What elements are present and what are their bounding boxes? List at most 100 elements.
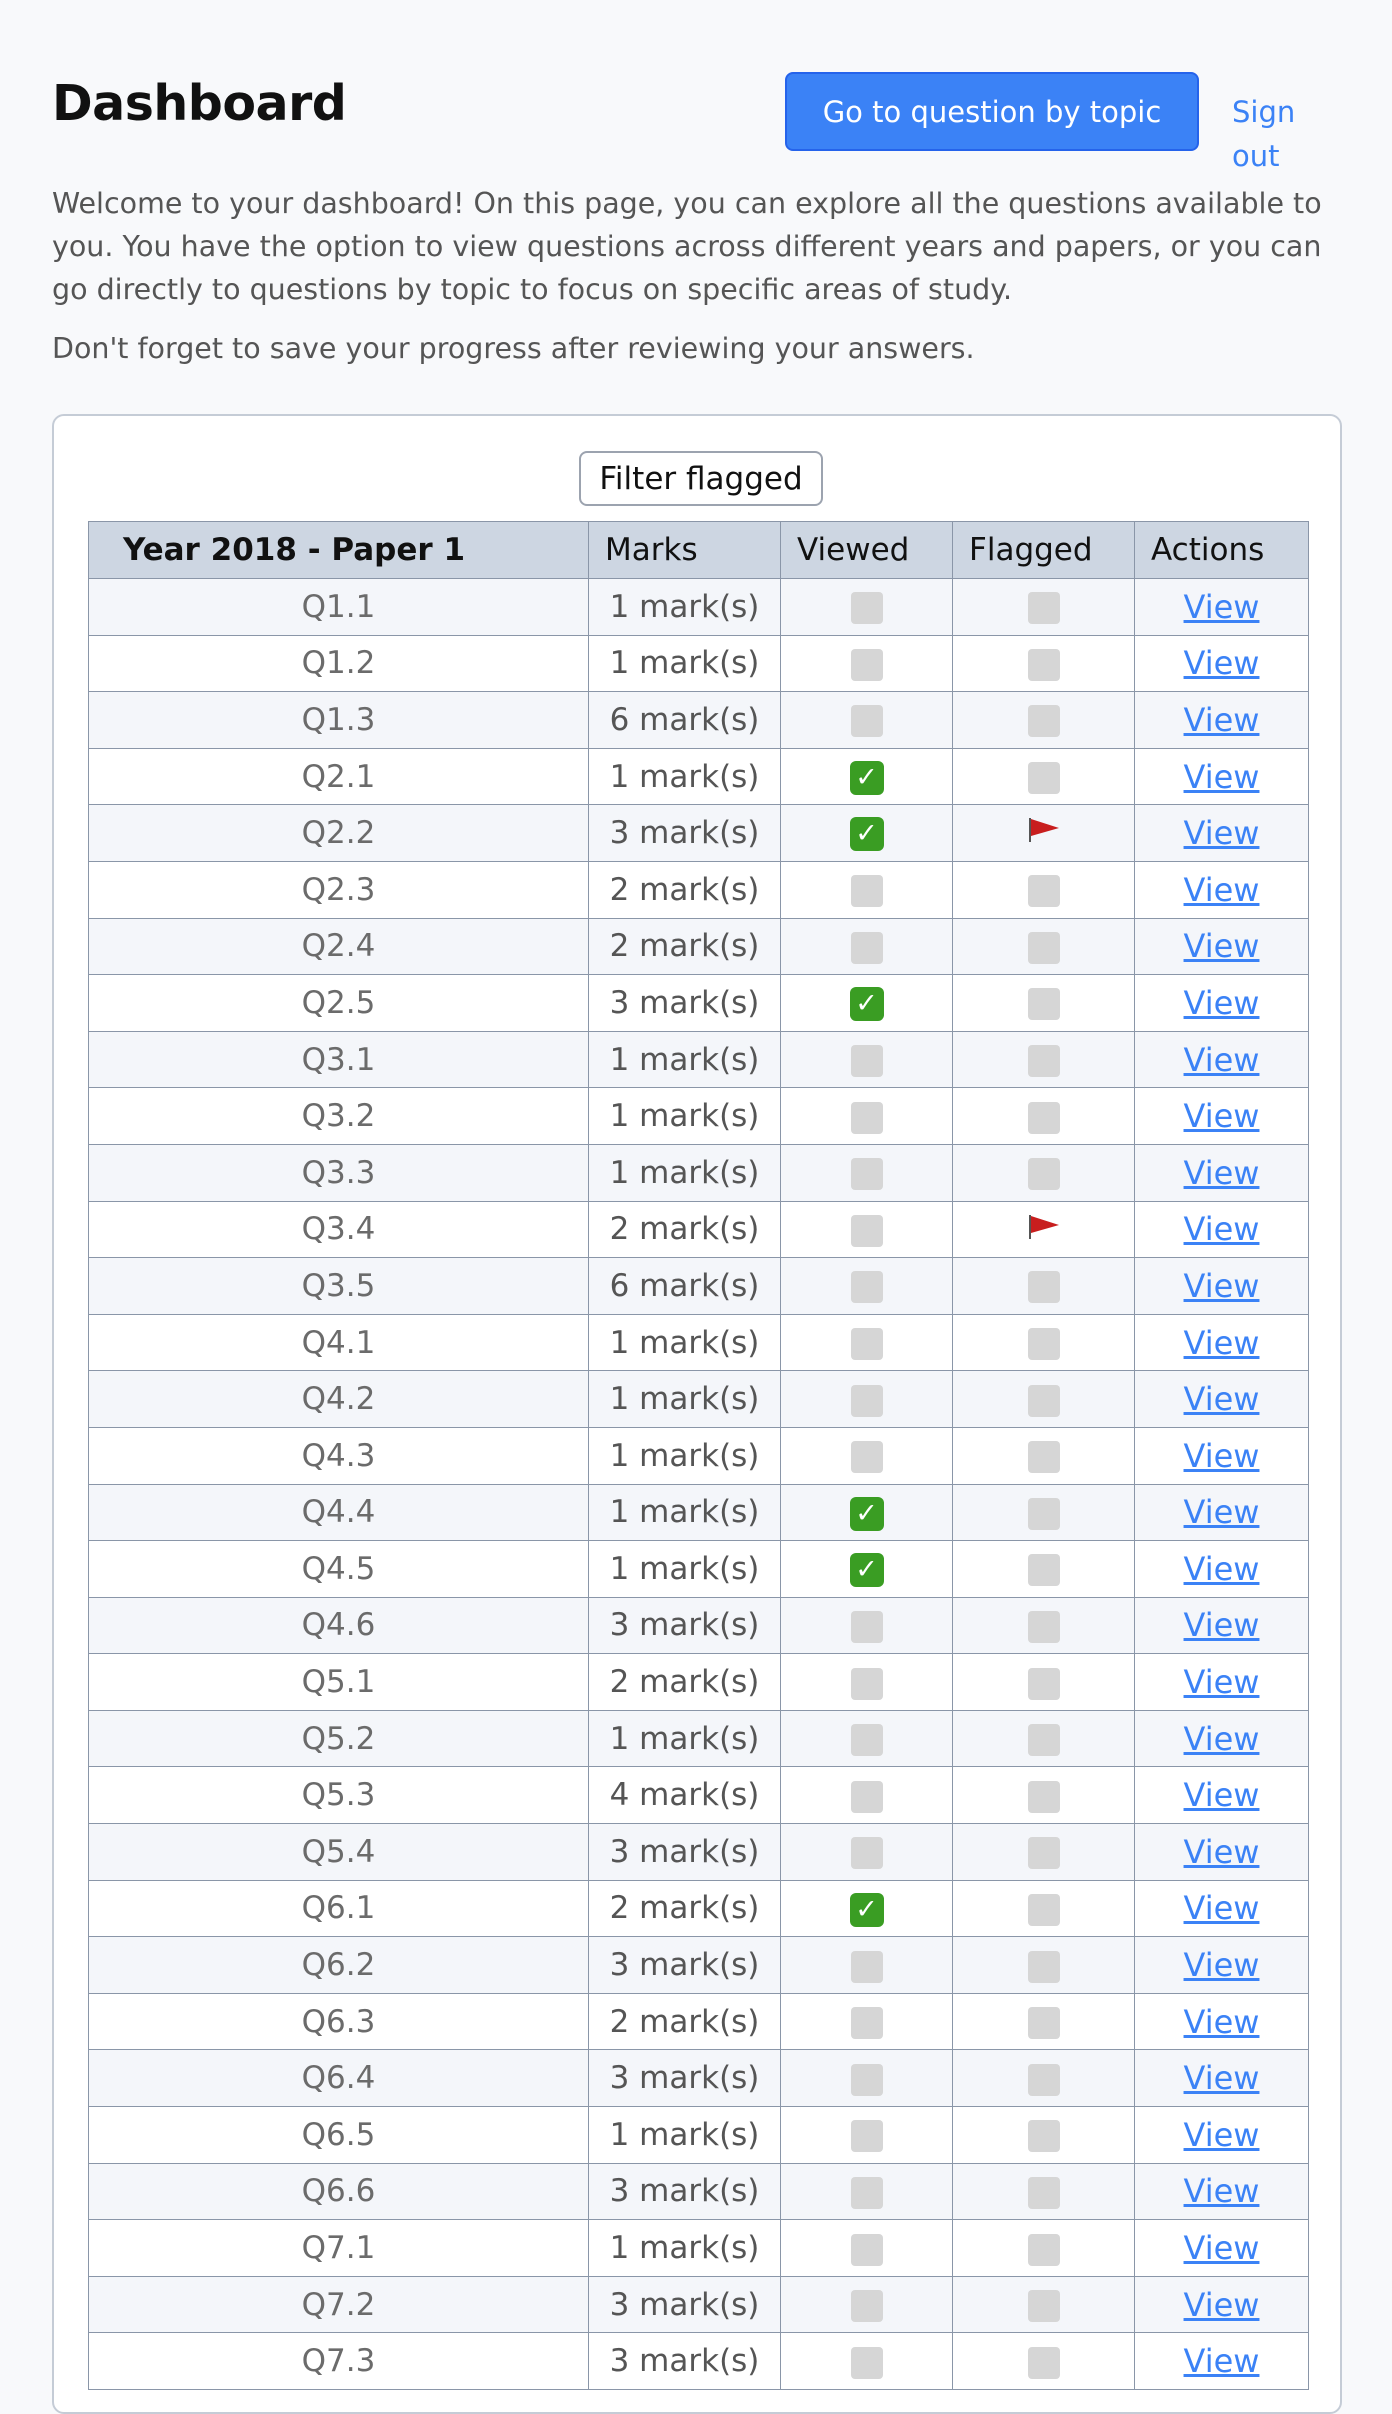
flag-checkbox[interactable]: [1027, 592, 1060, 625]
flag-checkbox[interactable]: [1027, 2120, 1060, 2153]
viewed-check-icon[interactable]: ✓: [849, 817, 884, 852]
view-link[interactable]: View: [1184, 2286, 1260, 2324]
view-link[interactable]: View: [1184, 1946, 1260, 1984]
flag-checkbox[interactable]: [1027, 1837, 1060, 1870]
viewed-checkbox[interactable]: [850, 1667, 883, 1700]
viewed-checkbox[interactable]: [850, 2007, 883, 2040]
flag-icon[interactable]: [1027, 814, 1061, 852]
flag-checkbox[interactable]: [1027, 2176, 1060, 2209]
flag-checkbox[interactable]: [1027, 2063, 1060, 2096]
flag-checkbox[interactable]: [1027, 1045, 1060, 1078]
flag-checkbox[interactable]: [1027, 1667, 1060, 1700]
flag-checkbox[interactable]: [1027, 1554, 1060, 1587]
flag-checkbox[interactable]: [1027, 1610, 1060, 1643]
view-link[interactable]: View: [1184, 588, 1260, 626]
view-link[interactable]: View: [1184, 2059, 1260, 2097]
view-link[interactable]: View: [1184, 701, 1260, 739]
viewed-check-icon[interactable]: ✓: [849, 987, 884, 1022]
view-link[interactable]: View: [1184, 1437, 1260, 1475]
view-link[interactable]: View: [1184, 1324, 1260, 1362]
view-link[interactable]: View: [1184, 758, 1260, 796]
flag-checkbox[interactable]: [1027, 2290, 1060, 2323]
view-link[interactable]: View: [1184, 1606, 1260, 1644]
flag-checkbox[interactable]: [1027, 1158, 1060, 1191]
flag-checkbox[interactable]: [1027, 988, 1060, 1021]
flag-checkbox[interactable]: [1027, 705, 1060, 738]
viewed-checkbox[interactable]: [850, 2290, 883, 2323]
viewed-checkbox[interactable]: [850, 1610, 883, 1643]
flag-checkbox[interactable]: [1027, 1724, 1060, 1757]
view-link[interactable]: View: [1184, 871, 1260, 909]
view-link[interactable]: View: [1184, 2172, 1260, 2210]
viewed-checkbox[interactable]: [850, 1158, 883, 1191]
flag-checkbox[interactable]: [1027, 1328, 1060, 1361]
viewed-checkbox[interactable]: [850, 1384, 883, 1417]
viewed-checkbox[interactable]: [850, 1101, 883, 1134]
view-link[interactable]: View: [1184, 1720, 1260, 1758]
view-link[interactable]: View: [1184, 2229, 1260, 2267]
flag-checkbox[interactable]: [1027, 1101, 1060, 1134]
view-link[interactable]: View: [1184, 1097, 1260, 1135]
view-link[interactable]: View: [1184, 1041, 1260, 1079]
viewed-checkbox[interactable]: [850, 2346, 883, 2379]
viewed-checkbox[interactable]: [850, 1441, 883, 1474]
view-link[interactable]: View: [1184, 1154, 1260, 1192]
view-link[interactable]: View: [1184, 2003, 1260, 2041]
flag-checkbox[interactable]: [1027, 1950, 1060, 1983]
sign-out-link[interactable]: Sign out: [1232, 90, 1342, 178]
filter-flagged-button[interactable]: Filter flagged: [579, 451, 823, 506]
view-link[interactable]: View: [1184, 927, 1260, 965]
viewed-checkbox[interactable]: [850, 2176, 883, 2209]
view-link[interactable]: View: [1184, 1550, 1260, 1588]
view-link[interactable]: View: [1184, 984, 1260, 1022]
viewed-checkbox[interactable]: [850, 648, 883, 681]
flag-checkbox[interactable]: [1027, 2007, 1060, 2040]
flag-checkbox[interactable]: [1027, 1441, 1060, 1474]
viewed-checkbox[interactable]: [850, 1950, 883, 1983]
viewed-checkbox[interactable]: [850, 1271, 883, 1304]
flag-checkbox[interactable]: [1027, 1893, 1060, 1926]
flag-checkbox[interactable]: [1027, 1780, 1060, 1813]
viewed-checkbox[interactable]: [850, 875, 883, 908]
flag-icon[interactable]: [1027, 1211, 1061, 1249]
viewed-checkbox[interactable]: [850, 1780, 883, 1813]
viewed-checkbox[interactable]: [850, 2063, 883, 2096]
flag-checkbox[interactable]: [1027, 1384, 1060, 1417]
viewed-checkbox[interactable]: [850, 2120, 883, 2153]
viewed-checkbox[interactable]: [850, 592, 883, 625]
flag-checkbox[interactable]: [1027, 1271, 1060, 1304]
view-link[interactable]: View: [1184, 1889, 1260, 1927]
viewed-check-icon[interactable]: ✓: [849, 1553, 884, 1588]
viewed-checkbox[interactable]: [850, 1328, 883, 1361]
flag-checkbox[interactable]: [1027, 2346, 1060, 2379]
viewed-check-icon[interactable]: ✓: [849, 1892, 884, 1927]
viewed-checkbox[interactable]: [850, 931, 883, 964]
viewed-checkbox[interactable]: [850, 1837, 883, 1870]
viewed-checkbox[interactable]: [850, 705, 883, 738]
question-marks: 1 mark(s): [588, 1483, 781, 1542]
flag-checkbox[interactable]: [1027, 762, 1060, 795]
view-link[interactable]: View: [1184, 1663, 1260, 1701]
viewed-check-icon[interactable]: ✓: [849, 1496, 884, 1531]
view-link[interactable]: View: [1184, 1776, 1260, 1814]
viewed-check-icon[interactable]: ✓: [849, 760, 884, 795]
flag-checkbox[interactable]: [1027, 648, 1060, 681]
view-link[interactable]: View: [1184, 1267, 1260, 1305]
viewed-checkbox[interactable]: [850, 2233, 883, 2266]
flag-checkbox[interactable]: [1027, 2233, 1060, 2266]
view-link[interactable]: View: [1184, 2116, 1260, 2154]
view-link[interactable]: View: [1184, 1380, 1260, 1418]
view-link[interactable]: View: [1184, 814, 1260, 852]
flag-checkbox[interactable]: [1027, 875, 1060, 908]
flag-checkbox[interactable]: [1027, 931, 1060, 964]
view-link[interactable]: View: [1184, 2342, 1260, 2380]
view-link[interactable]: View: [1184, 1493, 1260, 1531]
flag-checkbox[interactable]: [1027, 1497, 1060, 1530]
viewed-checkbox[interactable]: [850, 1045, 883, 1078]
viewed-checkbox[interactable]: [850, 1724, 883, 1757]
view-link[interactable]: View: [1184, 1210, 1260, 1248]
go-to-question-by-topic-button[interactable]: Go to question by topic: [785, 72, 1199, 151]
view-link[interactable]: View: [1184, 644, 1260, 682]
view-link[interactable]: View: [1184, 1833, 1260, 1871]
viewed-checkbox[interactable]: [850, 1214, 883, 1247]
